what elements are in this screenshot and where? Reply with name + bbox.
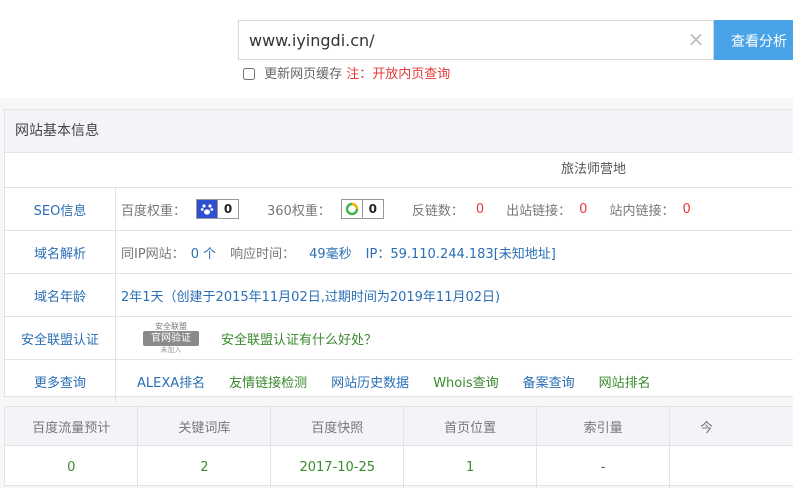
more-row: 更多查询 ALEXA排名 友情链接检测 网站历史数据 Whois查询 备案查询 … [5,360,793,402]
keyword-header: 关键词库 [138,407,271,446]
whois-link[interactable]: Whois查询 [433,372,498,391]
seal-top-text: 安全联盟 [155,322,187,331]
icp-record-link[interactable]: 备案查询 [523,372,575,391]
baidu-snapshot-header: 百度快照 [271,407,404,446]
stats-value-row: 0 2 2017-10-25 1 - [5,446,793,488]
response-time-label: 响应时间： [230,243,295,262]
seal-bottom-text: 未加入 [161,346,182,354]
outlinks-value[interactable]: 0 [579,202,587,217]
site-title: 旅法师营地 [561,153,626,187]
backlinks-value[interactable]: 0 [476,202,484,217]
baidu-traffic-header: 百度流量预计 [5,407,138,446]
panel-title: 网站基本信息 [5,110,793,153]
today-header: 今 [670,407,793,446]
site-history-link[interactable]: 网站历史数据 [331,372,409,391]
homepage-position-header: 首页位置 [404,407,537,446]
seal-ribbon: 官网验证 [143,331,199,346]
friend-link-check-link[interactable]: 友情链接检测 [229,372,307,391]
dns-body: 同IP网站： 0 个 响应时间： 49毫秒 IP：59.110.244.183[… [121,231,793,273]
update-cache-label[interactable]: 更新网页缓存 [264,67,342,82]
age-row: 域名年龄 2年1天（创建于2015年11月02日,过期时间为2019年11月02… [5,274,793,317]
response-time-value: 49毫秒 [309,243,352,262]
security-label[interactable]: 安全联盟认证 [5,317,116,359]
security-body: 安全联盟 官网验证 未加入 安全联盟认证有什么好处？ [121,317,793,359]
security-row: 安全联盟认证 安全联盟 官网验证 未加入 安全联盟认证有什么好处？ [5,317,793,360]
url-input[interactable] [239,21,679,59]
age-label[interactable]: 域名年龄 [5,274,116,316]
cache-row: 更新网页缓存 注：开放内页查询 [243,67,450,83]
top-bar: × 查看分析 更新网页缓存 注：开放内页查询 [0,0,793,98]
w360-value: 0 [362,200,383,218]
baidu-weight-value: 0 [217,200,238,218]
inlinks-label: 站内链接： [609,200,674,219]
homepage-position-value[interactable]: 1 [404,446,537,488]
search-box: × [238,20,714,60]
age-body: 2年1天（创建于2015年11月02日,过期时间为2019年11月02日) [121,274,793,316]
more-label[interactable]: 更多查询 [5,360,116,402]
dns-row: 域名解析 同IP网站： 0 个 响应时间： 49毫秒 IP：59.110.244… [5,231,793,274]
w360-label: 360权重： [267,200,331,219]
site-info-panel: 网站基本信息 旅法师营地 SEO信息 百度权重： 0 360权重： 0 反链数： [4,109,793,397]
backlinks-label: 反链数： [412,200,464,219]
inlinks-value[interactable]: 0 [682,202,690,217]
outlinks-label: 出站链接： [506,200,571,219]
stats-table: 百度流量预计 关键词库 百度快照 首页位置 索引量 今 0 2 2017-10-… [4,406,793,486]
security-seal[interactable]: 安全联盟 官网验证 未加入 [131,322,211,354]
today-value [670,446,793,488]
same-ip-value[interactable]: 0 个 [191,243,216,262]
security-benefit-link[interactable]: 安全联盟认证有什么好处？ [221,329,377,348]
ring-360-icon [342,200,362,218]
analyze-button[interactable]: 查看分析 [714,20,793,60]
seo-row: SEO信息 百度权重： 0 360权重： 0 反链数： 0 出站链接： [5,188,793,231]
dns-label[interactable]: 域名解析 [5,231,116,273]
alexa-link[interactable]: ALEXA排名 [137,372,205,391]
baidu-snapshot-value[interactable]: 2017-10-25 [271,446,404,488]
index-count-value: - [537,446,670,488]
site-rank-link[interactable]: 网站排名 [599,372,651,391]
ip-address[interactable]: IP：59.110.244.183[未知地址] [366,243,556,262]
more-links: ALEXA排名 友情链接检测 网站历史数据 Whois查询 备案查询 网站排名 [121,360,793,402]
keyword-value[interactable]: 2 [138,446,271,488]
inner-page-note: 注：开放内页查询 [346,67,450,82]
stats-header-row: 百度流量预计 关键词库 百度快照 首页位置 索引量 今 [5,407,793,446]
domain-age-text: 2年1天（创建于2015年11月02日,过期时间为2019年11月02日) [121,286,500,305]
baidu-weight-label: 百度权重： [121,200,186,219]
baidu-traffic-value[interactable]: 0 [5,446,138,488]
baidu-weight-badge[interactable]: 0 [196,199,239,219]
update-cache-checkbox[interactable] [243,68,255,80]
seo-body: 百度权重： 0 360权重： 0 反链数： 0 出站链接： 0 站内 [121,188,793,230]
site-title-row: 旅法师营地 [5,153,793,188]
baidu-paw-icon [197,200,217,218]
index-count-header: 索引量 [537,407,670,446]
w360-badge[interactable]: 0 [341,199,384,219]
seo-label[interactable]: SEO信息 [5,188,116,230]
clear-icon[interactable]: × [687,29,705,49]
same-ip-label: 同IP网站： [121,243,185,262]
